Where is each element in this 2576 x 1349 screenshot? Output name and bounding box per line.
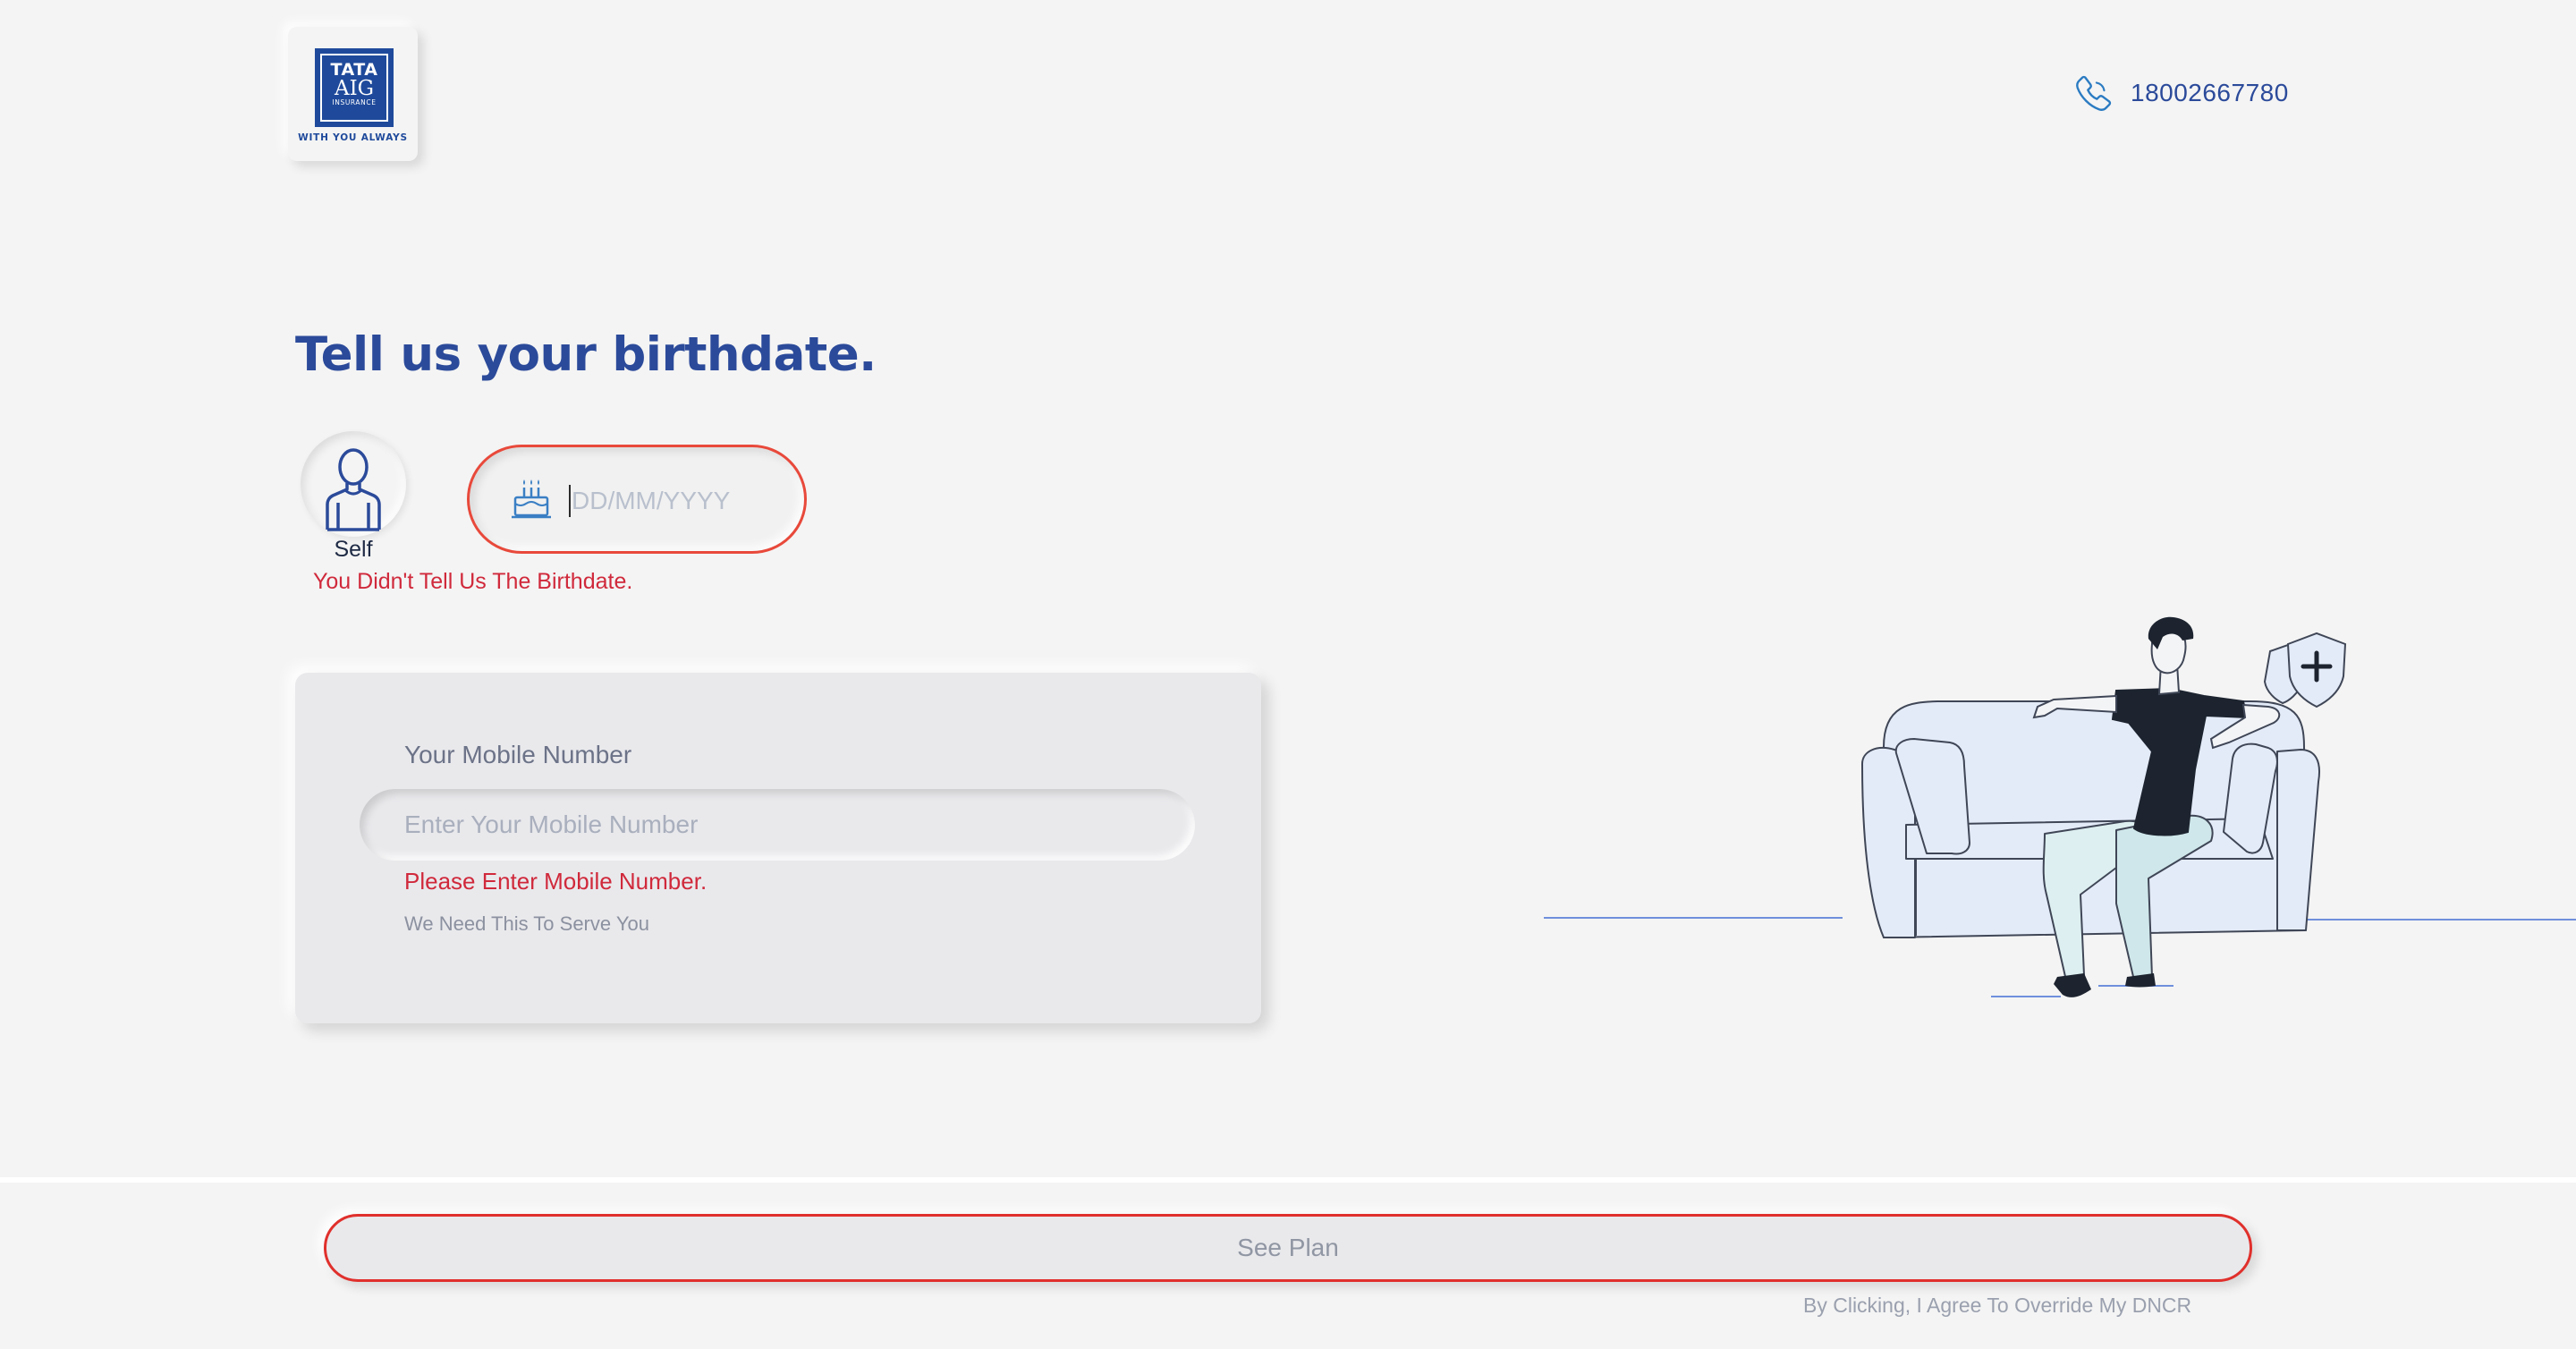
man-on-sofa-illustration [1544,616,2576,997]
helpline-link[interactable]: 18002667780 [2073,72,2289,115]
mobile-number-label: Your Mobile Number [404,741,632,768]
mobile-number-card: Your Mobile Number Please Enter Mobile N… [295,673,1261,1023]
page-title: Tell us your birthdate. [295,327,877,382]
birthdate-input[interactable] [572,481,768,521]
mobile-number-input[interactable] [404,805,1138,844]
logo-tagline: WITH YOU ALWAYS [298,132,408,143]
mobile-hint-text: We Need This To Serve You [404,912,649,935]
logo-mark: TATA AIG INSURANCE [315,48,394,127]
logo-product-text: INSURANCE [332,98,377,106]
logo-mark-frame: TATA AIG INSURANCE [320,54,388,122]
logo-subbrand-text: AIG [334,77,375,100]
phone-icon [2076,75,2112,111]
text-cursor [569,485,571,517]
brand-logo[interactable]: TATA AIG INSURANCE WITH YOU ALWAYS [288,27,418,161]
member-self-avatar[interactable] [301,431,406,537]
footer-divider [0,1177,2576,1183]
phone-number: 18002667780 [2131,79,2289,106]
mobile-error-message: Please Enter Mobile Number. [404,868,708,895]
mobile-number-field[interactable] [360,789,1195,861]
birthday-cake-icon [512,479,551,519]
birthdate-field[interactable] [467,445,807,554]
person-avatar-icon [326,448,381,531]
birthdate-error-message: You Didn't Tell Us The Birthdate. [313,569,633,594]
see-plan-button[interactable]: See Plan [324,1214,2252,1282]
member-self-label: Self [334,537,373,562]
logo-brand-text: TATA [330,60,378,80]
dncr-disclaimer: By Clicking, I Agree To Override My DNCR [1803,1294,2192,1317]
